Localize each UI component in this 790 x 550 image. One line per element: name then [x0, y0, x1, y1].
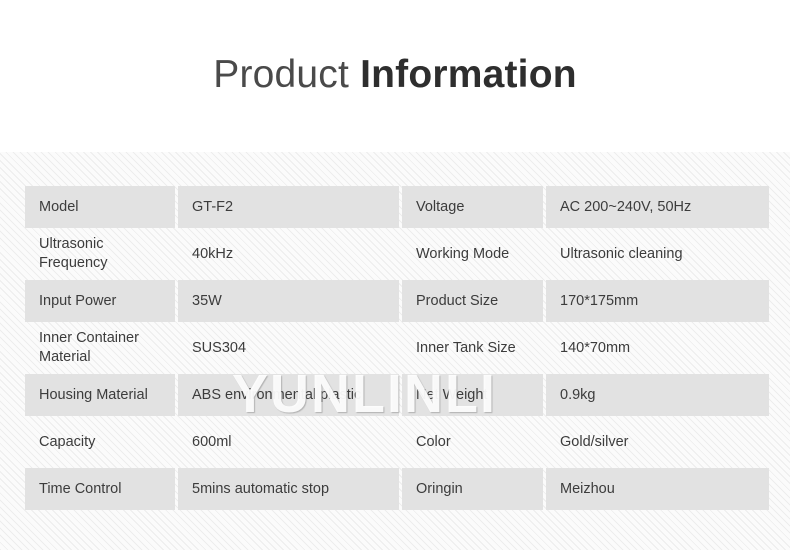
spec-label: Net Weight — [402, 374, 543, 416]
page-header: Product Information — [0, 0, 790, 152]
spec-value: 600ml — [192, 433, 232, 450]
spec-value: Gold/silver — [560, 433, 629, 450]
spec-label: Time Control — [25, 468, 175, 510]
table-row: Housing Material ABS environmental plast… — [25, 374, 769, 416]
specification-table: Model GT-F2 Voltage AC 200~240V, 50Hz Ul… — [22, 184, 772, 512]
spec-value: Meizhou — [546, 468, 769, 510]
page-title-bold: Information — [360, 53, 577, 96]
spec-value: ABS environmental plastic — [178, 374, 399, 416]
spec-label: Product Size — [402, 280, 543, 322]
spec-label: Oringin — [402, 468, 543, 510]
spec-value: 140*70mm — [560, 339, 631, 356]
spec-value: 0.9kg — [546, 374, 769, 416]
spec-label: Input Power — [25, 280, 175, 322]
spec-label: Inner Tank Size — [416, 339, 516, 356]
spec-label: Ultrasonic Frequency — [39, 236, 108, 271]
spec-label: Housing Material — [25, 374, 175, 416]
table-row: Capacity 600ml Color Gold/silver — [25, 418, 769, 466]
table-row: Ultrasonic Frequency 40kHz Working Mode … — [25, 230, 769, 278]
spec-value: 5mins automatic stop — [178, 468, 399, 510]
spec-label: Model — [25, 186, 175, 228]
spec-label: Voltage — [402, 186, 543, 228]
spec-label: Color — [416, 433, 451, 450]
specification-table-body: Model GT-F2 Voltage AC 200~240V, 50Hz Ul… — [25, 186, 769, 510]
table-row: Inner Container Material SUS304 Inner Ta… — [25, 324, 769, 372]
table-row: Input Power 35W Product Size 170*175mm — [25, 280, 769, 322]
spec-value: 170*175mm — [546, 280, 769, 322]
spec-label: Working Mode — [416, 245, 510, 262]
table-row: Time Control 5mins automatic stop Oringi… — [25, 468, 769, 510]
spec-value: AC 200~240V, 50Hz — [546, 186, 769, 228]
spec-value: 35W — [178, 280, 399, 322]
spec-value: GT-F2 — [178, 186, 399, 228]
product-information-page: Product Information Model GT-F2 Voltage … — [0, 0, 790, 550]
spec-label: Capacity — [39, 433, 96, 450]
page-title: Product Information — [0, 52, 790, 98]
spec-value: Ultrasonic cleaning — [560, 245, 683, 262]
spec-value: 40kHz — [192, 245, 234, 262]
table-row: Model GT-F2 Voltage AC 200~240V, 50Hz — [25, 186, 769, 228]
spec-value: SUS304 — [192, 339, 247, 356]
page-title-light: Product — [213, 53, 361, 96]
spec-label: Inner Container Material — [39, 330, 139, 365]
